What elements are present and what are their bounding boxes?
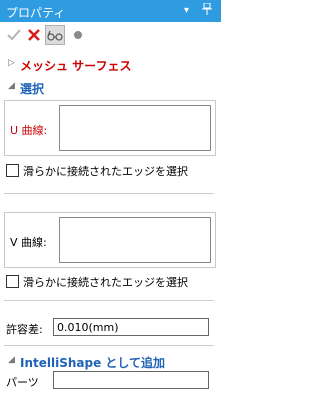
properties-panel: プロパティ ▾ ▷ メッシュ サーフェス ◢ 選択 U 曲線: 滑らかに接続され…: [0, 0, 221, 406]
action-toolbar: [0, 22, 221, 48]
dot-icon[interactable]: [70, 27, 86, 43]
tolerance-input[interactable]: 0.010(mm): [53, 318, 209, 336]
section-label: IntelliShape として追加: [20, 356, 166, 370]
u-curve-selection-box[interactable]: [59, 105, 211, 151]
v-curve-selection-box[interactable]: [59, 217, 211, 263]
dropdown-icon[interactable]: ▾: [184, 4, 189, 18]
v-smooth-checkbox[interactable]: [6, 275, 19, 288]
collapse-arrow-icon: ◢: [8, 81, 15, 91]
panel-titlebar: プロパティ ▾: [0, 0, 221, 22]
v-curve-label: V 曲線:: [10, 236, 47, 249]
glasses-icon[interactable]: [45, 25, 65, 45]
divider: [4, 345, 214, 346]
panel-title: プロパティ: [6, 6, 66, 20]
close-icon[interactable]: [26, 27, 42, 43]
v-curve-group: V 曲線:: [4, 212, 216, 268]
divider: [4, 300, 214, 301]
section-label: メッシュ サーフェス: [20, 59, 132, 73]
parts-label: パーツ: [6, 376, 39, 389]
parts-row: パーツ: [4, 371, 216, 391]
u-smooth-checkbox[interactable]: [6, 164, 19, 177]
u-smooth-label: 滑らかに接続されたエッジを選択: [23, 165, 188, 178]
u-smooth-edges-option[interactable]: 滑らかに接続されたエッジを選択: [6, 162, 216, 178]
u-curve-label: U 曲線:: [10, 124, 48, 137]
v-smooth-edges-option[interactable]: 滑らかに接続されたエッジを選択: [6, 273, 216, 289]
check-icon[interactable]: [6, 27, 22, 43]
section-label: 選択: [20, 82, 45, 96]
mesh-surface-section[interactable]: ▷ メッシュ サーフェス: [0, 56, 221, 74]
intellishape-section[interactable]: ◢ IntelliShape として追加: [0, 353, 221, 371]
selection-section[interactable]: ◢ 選択: [0, 79, 221, 97]
divider: [4, 193, 214, 194]
v-smooth-label: 滑らかに接続されたエッジを選択: [23, 276, 188, 289]
tolerance-row: 許容差: 0.010(mm): [4, 318, 216, 338]
u-curve-group: U 曲線:: [4, 100, 216, 156]
tolerance-label: 許容差:: [6, 323, 43, 336]
collapse-arrow-icon: ◢: [8, 355, 15, 365]
expand-arrow-icon: ▷: [8, 58, 15, 68]
parts-input[interactable]: [53, 371, 209, 389]
pin-icon[interactable]: [202, 2, 212, 20]
